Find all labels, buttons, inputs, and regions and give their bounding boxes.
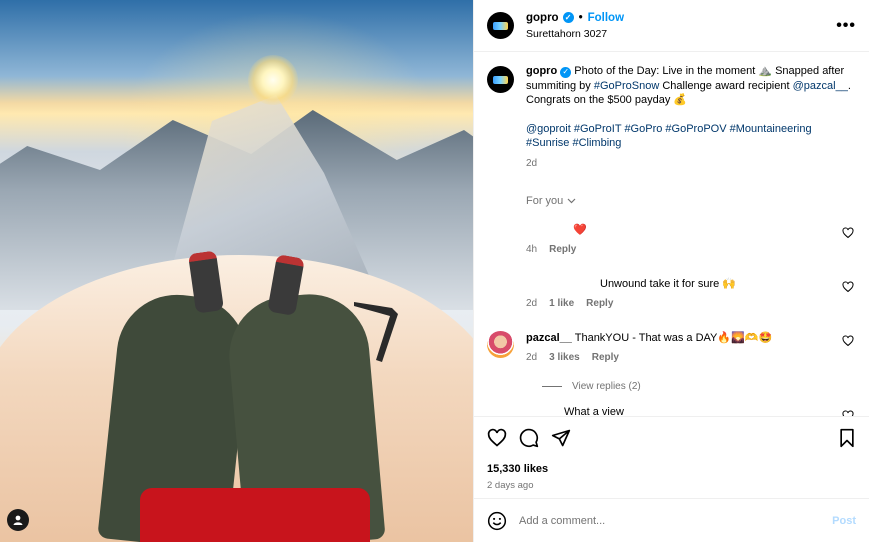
for-you-dropdown[interactable]: For you — [526, 195, 856, 207]
add-comment-bar: Post — [474, 498, 869, 542]
reply-button[interactable]: Reply — [549, 244, 576, 255]
comment-likes[interactable]: 3 likes — [549, 352, 580, 363]
comment-text: ThankYOU - That was a DAY🔥🌄🫶🤩 — [574, 332, 773, 344]
comment-item: What a view — [487, 406, 856, 416]
caption: gopro ✓ Photo of the Day: Live in the mo… — [487, 64, 856, 171]
comment-time[interactable]: 2d — [526, 298, 537, 309]
comment-text: ❤️ — [573, 224, 587, 236]
location-link[interactable]: Surettahorn 3027 — [526, 28, 836, 40]
caption-tags: @goproit #GoProIT #GoPro #GoProPOV #Moun… — [526, 122, 856, 151]
comment-time[interactable]: 2d — [526, 352, 537, 363]
post-view: gopro ✓ • Follow Surettahorn 3027 ••• go… — [0, 0, 869, 542]
post-header: gopro ✓ • Follow Surettahorn 3027 ••• — [474, 0, 869, 52]
view-replies-button[interactable]: View replies (2) — [542, 381, 856, 392]
posted-time[interactable]: 2 days ago — [487, 480, 856, 491]
replies-divider — [542, 386, 562, 387]
more-options-icon[interactable]: ••• — [836, 17, 856, 35]
comment-item: pazcal__ ThankYOU - That was a DAY🔥🌄🫶🤩 2… — [487, 331, 856, 369]
pazcal-avatar[interactable] — [487, 331, 514, 358]
comment-likes[interactable]: 1 like — [549, 298, 574, 309]
commenter-avatar[interactable] — [487, 223, 514, 250]
tag-link[interactable]: #GoProPOV — [665, 123, 726, 135]
caption-text-b: Challenge award recipient — [659, 79, 793, 92]
caption-username[interactable]: gopro — [526, 65, 557, 77]
comment-item: Unwound take it for sure 🙌 2d 1 like Rep… — [487, 277, 856, 315]
commenter-avatar[interactable] — [487, 277, 514, 304]
gopro-avatar[interactable] — [487, 12, 514, 39]
likes-count[interactable]: 15,330 likes — [487, 463, 856, 475]
bookmark-icon[interactable] — [838, 428, 856, 448]
post-actions: 15,330 likes 2 days ago — [474, 416, 869, 491]
caption-avatar[interactable] — [487, 66, 514, 93]
follow-button[interactable]: Follow — [588, 12, 624, 24]
like-heart-icon[interactable] — [487, 428, 507, 448]
tag-link[interactable]: #Climbing — [572, 137, 621, 149]
comment-time[interactable]: 4h — [526, 244, 537, 255]
tag-link[interactable]: #Sunrise — [526, 137, 569, 149]
reply-button[interactable]: Reply — [586, 298, 613, 309]
share-send-icon[interactable] — [551, 428, 571, 448]
post-comment-button[interactable]: Post — [832, 515, 856, 527]
view-replies-label: View replies (2) — [572, 381, 641, 392]
like-comment-icon[interactable] — [842, 335, 854, 347]
comment-username[interactable]: pazcal__ — [526, 332, 572, 344]
tag-link[interactable]: #GoProIT — [574, 123, 622, 135]
tag-link[interactable]: @goproit — [526, 123, 571, 135]
like-comment-icon[interactable] — [842, 281, 854, 293]
verified-badge-icon: ✓ — [562, 12, 574, 23]
comment-item: ❤️ 4h Reply — [487, 223, 856, 261]
red-shorts — [140, 488, 370, 542]
post-photo[interactable] — [0, 0, 473, 542]
commenter-avatar[interactable] — [487, 406, 514, 416]
comment-text: Unwound take it for sure 🙌 — [600, 278, 736, 290]
comment-bubble-icon[interactable] — [519, 428, 539, 448]
verified-badge-icon: ✓ — [560, 66, 572, 78]
chevron-down-icon — [567, 198, 576, 204]
separator-dot: • — [578, 11, 583, 24]
comment-text: What a view — [564, 406, 624, 416]
post-panel: gopro ✓ • Follow Surettahorn 3027 ••• go… — [473, 0, 869, 542]
tag-link[interactable]: #GoPro — [624, 123, 662, 135]
tag-link[interactable]: #Mountaineering — [730, 123, 812, 135]
caption-time[interactable]: 2d — [526, 157, 856, 172]
hashtag-link[interactable]: #GoProSnow — [594, 80, 659, 92]
sun — [248, 55, 298, 105]
mention-link[interactable]: @pazcal__ — [793, 80, 848, 92]
tagged-users-icon[interactable] — [7, 509, 29, 531]
reply-button[interactable]: Reply — [592, 352, 619, 363]
header-username[interactable]: gopro — [526, 12, 559, 24]
like-comment-icon[interactable] — [842, 227, 854, 239]
emoji-icon[interactable] — [487, 511, 507, 531]
for-you-label: For you — [526, 195, 564, 207]
comments-area[interactable]: gopro ✓ Photo of the Day: Live in the mo… — [474, 52, 869, 416]
comment-input[interactable] — [519, 514, 833, 527]
